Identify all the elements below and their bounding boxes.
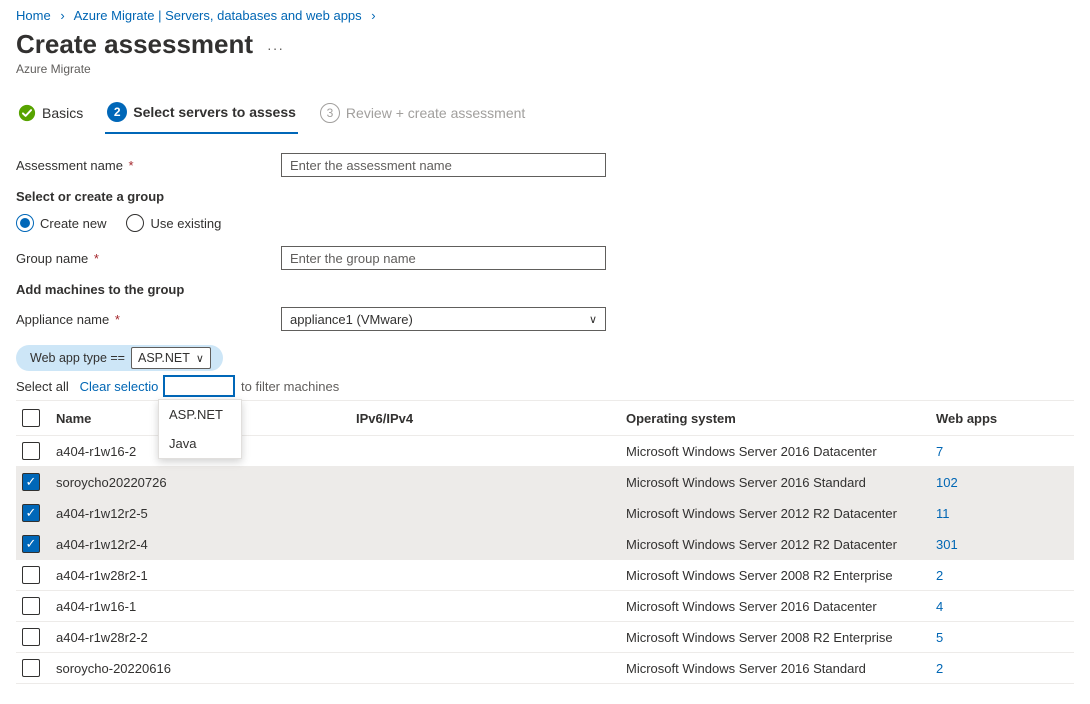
row-os: Microsoft Windows Server 2008 R2 Enterpr… [620, 560, 930, 591]
row-os: Microsoft Windows Server 2008 R2 Enterpr… [620, 622, 930, 653]
row-checkbox[interactable]: ✓ [22, 504, 40, 522]
filter-pill-value: ASP.NET [138, 351, 190, 365]
table-row[interactable]: ✓ a404-r1w12r2-5 Microsoft Windows Server … [16, 498, 1074, 529]
add-machines-head: Add machines to the group [16, 282, 1074, 297]
step-number-icon: 3 [320, 103, 340, 123]
breadcrumb-home[interactable]: Home [16, 8, 51, 23]
row-ip [350, 529, 620, 560]
appliance-name-label: Appliance name * [16, 312, 281, 327]
row-os: Microsoft Windows Server 2016 Datacenter [620, 436, 930, 467]
step-basics-label: Basics [42, 105, 83, 121]
row-ip [350, 653, 620, 684]
row-webapps-link[interactable]: 2 [936, 568, 943, 583]
row-ip [350, 467, 620, 498]
row-name: soroycho-20220616 [50, 653, 350, 684]
filter-option-aspnet[interactable]: ASP.NET [159, 400, 241, 429]
row-checkbox[interactable]: ✓ [22, 473, 40, 491]
row-name: a404-r1w28r2-2 [50, 622, 350, 653]
page-subtitle: Azure Migrate [16, 62, 1074, 76]
chevron-down-icon: ∨ [589, 313, 597, 326]
table-row[interactable]: a404-r1w16-1 Microsoft Windows Server 201… [16, 591, 1074, 622]
stepper: Basics 2 Select servers to assess 3 Revi… [16, 98, 1074, 135]
group-section-head: Select or create a group [16, 189, 1074, 204]
filter-search-input[interactable] [163, 375, 235, 397]
col-ip[interactable]: IPv6/IPv4 [350, 401, 620, 436]
filter-pill-label: Web app type == [30, 351, 125, 365]
assessment-name-input[interactable] [281, 153, 606, 177]
row-os: Microsoft Windows Server 2012 R2 Datacen… [620, 529, 930, 560]
appliance-value: appliance1 (VMware) [290, 312, 413, 327]
row-os: Microsoft Windows Server 2016 Standard [620, 653, 930, 684]
row-name: a404-r1w16-1 [50, 591, 350, 622]
row-webapps-link[interactable]: 7 [936, 444, 943, 459]
select-all-label: Select all [16, 379, 69, 394]
row-name: soroycho20220726 [50, 467, 350, 498]
row-name: a404-r1w12r2-5 [50, 498, 350, 529]
row-webapps-link[interactable]: 301 [936, 537, 958, 552]
row-ip [350, 560, 620, 591]
row-ip [350, 591, 620, 622]
row-webapps-link[interactable]: 102 [936, 475, 958, 490]
table-row[interactable]: a404-r1w28r2-2 Microsoft Windows Server 2… [16, 622, 1074, 653]
row-os: Microsoft Windows Server 2012 R2 Datacen… [620, 498, 930, 529]
filter-option-java[interactable]: Java [159, 429, 241, 458]
row-checkbox[interactable] [22, 597, 40, 615]
step-review-label: Review + create assessment [346, 105, 525, 121]
breadcrumb: Home › Azure Migrate | Servers, database… [16, 8, 1074, 23]
row-name: a404-r1w28r2-1 [50, 560, 350, 591]
step-number-icon: 2 [107, 102, 127, 122]
radio-use-existing[interactable]: Use existing [126, 214, 221, 232]
step-basics[interactable]: Basics [16, 100, 85, 132]
page-title: Create assessment [16, 29, 253, 60]
breadcrumb-azure-migrate[interactable]: Azure Migrate | Servers, databases and w… [74, 8, 362, 23]
row-webapps-link[interactable]: 5 [936, 630, 943, 645]
table-row[interactable]: soroycho-20220616 Microsoft Windows Serve… [16, 653, 1074, 684]
radio-existing-label: Use existing [150, 216, 221, 231]
row-webapps-link[interactable]: 4 [936, 599, 943, 614]
filter-dropdown-menu: ASP.NET Java [158, 399, 242, 459]
step-review[interactable]: 3 Review + create assessment [318, 99, 527, 133]
chevron-right-icon: › [60, 8, 64, 23]
header-checkbox[interactable] [22, 409, 40, 427]
row-checkbox[interactable] [22, 442, 40, 460]
filter-pill-webapp[interactable]: Web app type == ASP.NET ∨ [16, 345, 223, 371]
step-select-label: Select servers to assess [133, 104, 296, 120]
group-name-input[interactable] [281, 246, 606, 270]
clear-selection-link[interactable]: Clear selectio [80, 379, 159, 394]
step-select-servers[interactable]: 2 Select servers to assess [105, 98, 298, 134]
row-checkbox[interactable] [22, 628, 40, 646]
row-name: a404-r1w12r2-4 [50, 529, 350, 560]
row-checkbox[interactable]: ✓ [22, 535, 40, 553]
appliance-dropdown[interactable]: appliance1 (VMware) ∨ [281, 307, 606, 331]
col-os[interactable]: Operating system [620, 401, 930, 436]
table-row[interactable]: ✓ soroycho20220726 Microsoft Windows Serve… [16, 467, 1074, 498]
chevron-down-icon: ∨ [196, 352, 204, 365]
row-ip [350, 498, 620, 529]
row-os: Microsoft Windows Server 2016 Datacenter [620, 591, 930, 622]
filter-pill-select[interactable]: ASP.NET ∨ [131, 347, 211, 369]
assessment-name-label: Assessment name * [16, 158, 281, 173]
col-webapps[interactable]: Web apps [930, 401, 1074, 436]
radio-create-label: Create new [40, 216, 106, 231]
radio-create-new[interactable]: Create new [16, 214, 106, 232]
row-webapps-link[interactable]: 11 [936, 506, 950, 521]
filter-hint: to filter machines [241, 379, 339, 394]
more-actions-button[interactable]: ··· [263, 40, 288, 56]
table-row[interactable]: ✓ a404-r1w12r2-4 Microsoft Windows Server … [16, 529, 1074, 560]
row-webapps-link[interactable]: 2 [936, 661, 943, 676]
row-ip [350, 436, 620, 467]
row-os: Microsoft Windows Server 2016 Standard [620, 467, 930, 498]
row-checkbox[interactable] [22, 659, 40, 677]
chevron-right-icon: › [371, 8, 375, 23]
check-circle-icon [18, 104, 36, 122]
row-ip [350, 622, 620, 653]
row-checkbox[interactable] [22, 566, 40, 584]
group-name-label: Group name * [16, 251, 281, 266]
table-row[interactable]: a404-r1w28r2-1 Microsoft Windows Server 2… [16, 560, 1074, 591]
